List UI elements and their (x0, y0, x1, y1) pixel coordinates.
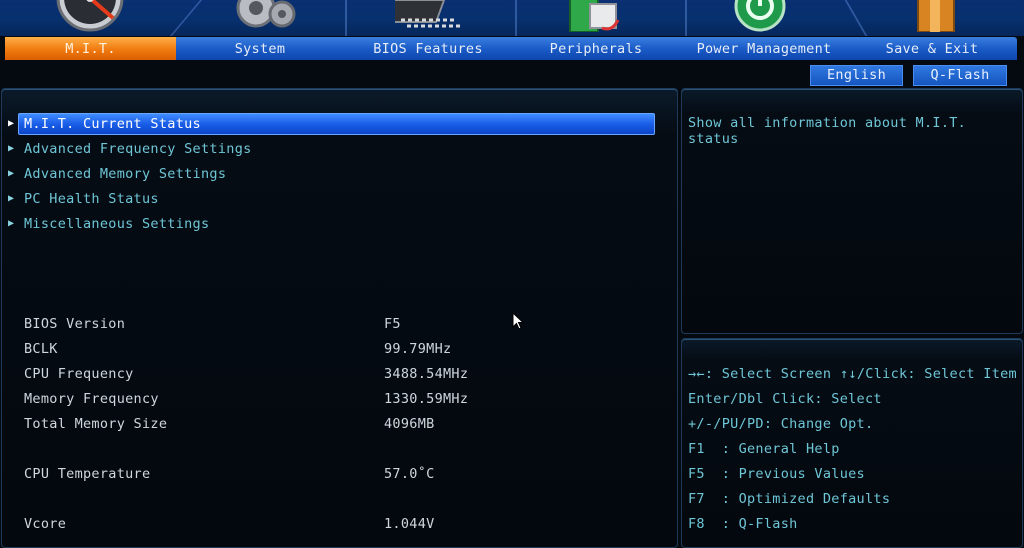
tab-bios-features[interactable]: BIOS Features (344, 37, 512, 60)
banner-ray (345, 0, 347, 36)
info-value-total-memory: 4096MB (384, 416, 435, 432)
qflash-button[interactable]: Q-Flash (913, 65, 1007, 86)
info-label-memory-frequency: Memory Frequency (24, 391, 159, 407)
info-value-memory-frequency: 1330.59MHz (384, 391, 469, 407)
menu-item-advanced-memory[interactable]: ▶ Advanced Memory Settings (8, 164, 654, 184)
tab-bar: M.I.T. System BIOS Features Peripherals … (5, 37, 1017, 60)
menu-item-label: Advanced Frequency Settings (24, 141, 252, 157)
mouse-pointer-icon (512, 312, 524, 330)
submenu-arrow-icon: ▶ (8, 193, 15, 204)
info-label-vcore: Vcore (24, 516, 67, 532)
info-label-bclk: BCLK (24, 341, 58, 357)
submenu-arrow-icon: ▶ (8, 118, 15, 129)
info-label-cpu-temperature: CPU Temperature (24, 466, 151, 482)
menu-item-pc-health[interactable]: ▶ PC Health Status (8, 189, 654, 209)
tab-peripherals[interactable]: Peripherals (512, 37, 680, 60)
english-button[interactable]: English (810, 65, 903, 86)
key-help-f1: F1 : General Help (688, 441, 840, 457)
key-help-change-opt: +/-/PU/PD: Change Opt. (688, 416, 874, 432)
info-label-total-memory: Total Memory Size (24, 416, 168, 432)
info-value-bclk: 99.79MHz (384, 341, 452, 357)
info-value-cpu-temperature: 57.0˚C (384, 466, 435, 482)
info-value-vcore: 1.044V (384, 516, 435, 532)
menu-item-label: Miscellaneous Settings (24, 216, 210, 232)
info-label-bios-version: BIOS Version (24, 316, 126, 332)
menu-item-label: Advanced Memory Settings (24, 166, 227, 182)
key-help-select-item: ↑↓/Click: Select Item (840, 366, 1017, 382)
key-help-enter: Enter/Dbl Click: Select (688, 391, 882, 407)
tab-power-management[interactable]: Power Management (680, 37, 848, 60)
key-help-f8: F8 : Q-Flash (688, 516, 798, 532)
submenu-arrow-icon: ▶ (8, 168, 15, 179)
banner-ray (685, 0, 687, 36)
submenu-arrow-icon: ▶ (8, 218, 15, 229)
power-icon[interactable] (725, 0, 795, 32)
submenu-arrow-icon: ▶ (8, 143, 15, 154)
top-banner (0, 0, 1024, 36)
tab-mit[interactable]: M.I.T. (5, 37, 176, 60)
exit-door-icon[interactable] (900, 0, 970, 32)
info-value-cpu-frequency: 3488.54MHz (384, 366, 469, 382)
help-text: Show all information about M.I.T. status (688, 115, 967, 147)
key-help-select-screen: →←: Select Screen (688, 366, 832, 382)
banner-ray (844, 0, 868, 36)
menu-item-label: PC Health Status (24, 191, 159, 207)
info-label-cpu-frequency: CPU Frequency (24, 366, 134, 382)
menu-item-miscellaneous[interactable]: ▶ Miscellaneous Settings (8, 214, 654, 234)
tab-system[interactable]: System (176, 37, 344, 60)
tab-save-exit[interactable]: Save & Exit (848, 37, 1016, 60)
key-help-f7: F7 : Optimized Defaults (688, 491, 891, 507)
menu-item-advanced-frequency[interactable]: ▶ Advanced Frequency Settings (8, 139, 654, 159)
menu-item-mit-current-status[interactable]: ▶ M.I.T. Current Status (8, 113, 655, 135)
gear-icon[interactable] (230, 0, 300, 32)
info-value-bios-version: F5 (384, 316, 401, 332)
peripheral-card-icon[interactable] (562, 0, 632, 32)
chip-icon[interactable] (395, 0, 465, 32)
key-help-f5: F5 : Previous Values (688, 466, 865, 482)
banner-ray (169, 0, 203, 36)
menu-item-label: M.I.T. Current Status (24, 116, 201, 132)
speedometer-icon[interactable] (55, 0, 125, 32)
banner-ray (515, 0, 517, 36)
